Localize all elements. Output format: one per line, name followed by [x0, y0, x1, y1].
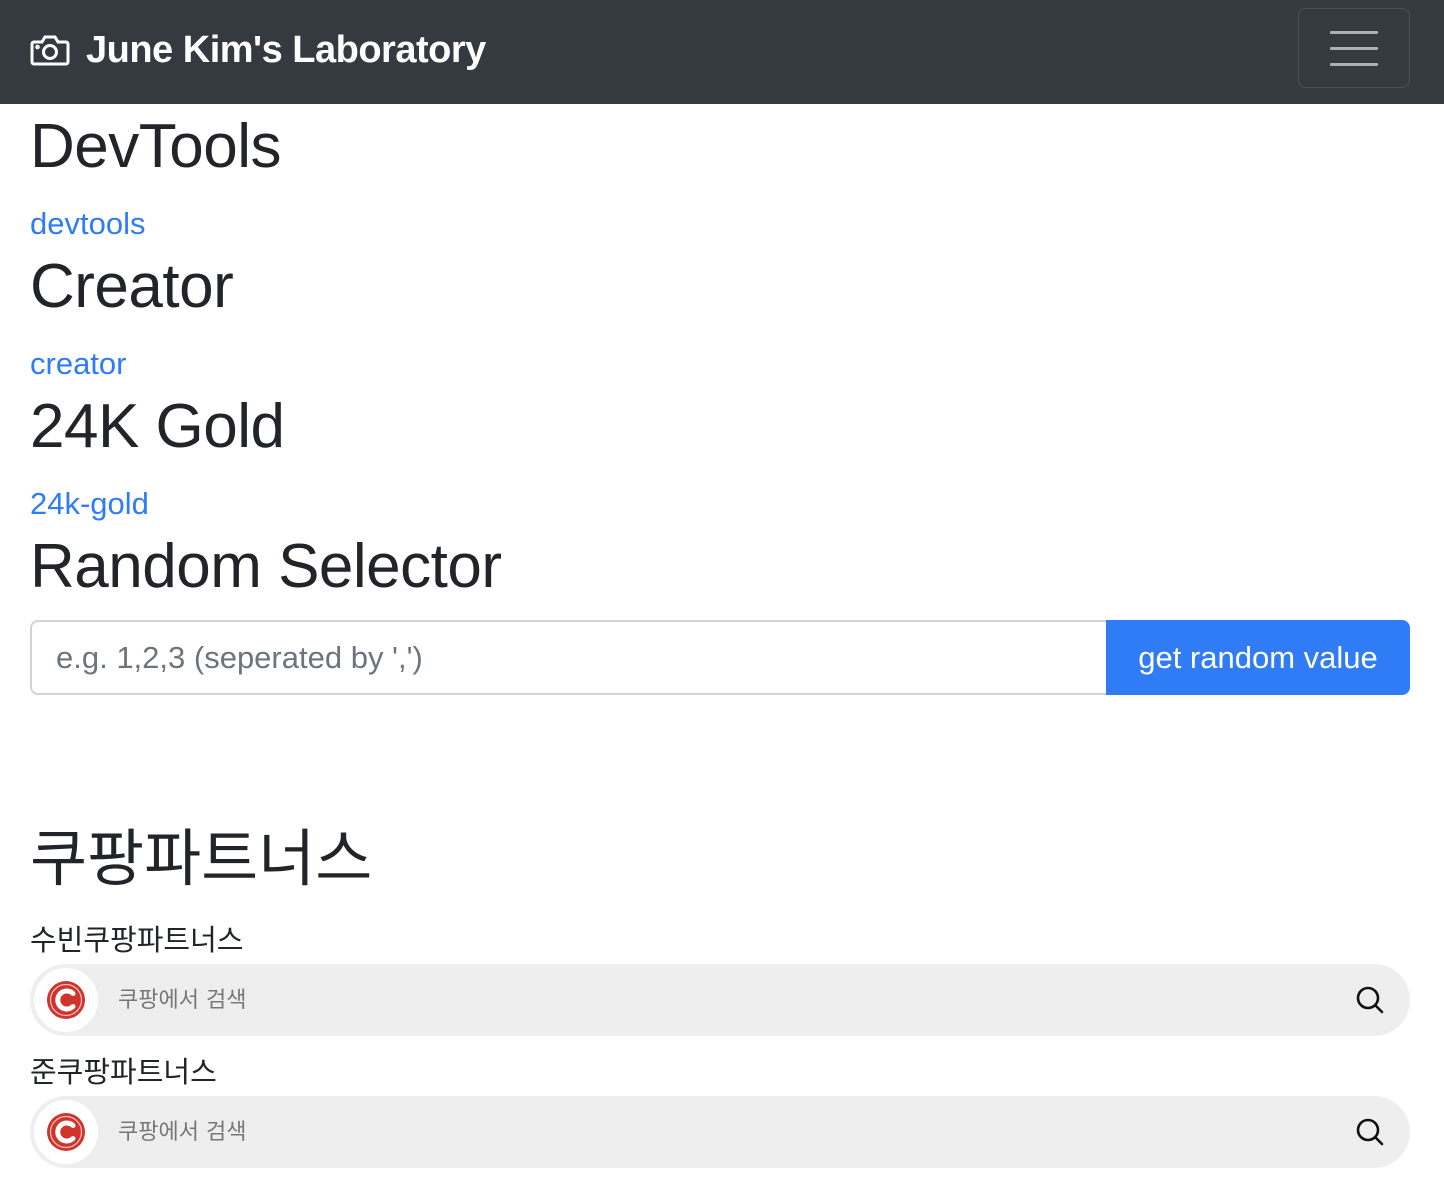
coupang-widget-label-jun: 준쿠팡파트너스	[30, 1055, 217, 1089]
coupang-search-input-jun[interactable]	[118, 1102, 1350, 1162]
coupang-search-widget-subin	[30, 964, 1410, 1036]
section-heading-devtools: DevTools	[30, 112, 282, 181]
section-heading-creator: Creator	[30, 252, 234, 321]
hamburger-menu-icon-bar	[1330, 46, 1378, 50]
coupang-logo-icon[interactable]	[34, 968, 98, 1032]
coupang-logo-icon[interactable]	[34, 1100, 98, 1164]
brand-text: June Kim's Laboratory	[86, 28, 486, 71]
link-creator[interactable]: creator	[30, 348, 126, 379]
link-devtools[interactable]: devtools	[30, 208, 145, 239]
brand-link[interactable]: June Kim's Laboratory	[30, 24, 486, 76]
coupang-widget-label-subin: 수빈쿠팡파트너스	[30, 923, 244, 957]
link-24k-gold[interactable]: 24k-gold	[30, 488, 149, 519]
coupang-search-widget-jun	[30, 1096, 1410, 1168]
get-random-value-button[interactable]: get random value	[1106, 620, 1410, 695]
hamburger-menu-icon	[1330, 30, 1378, 34]
hamburger-menu-icon-bar	[1330, 62, 1378, 66]
random-selector-input-group: get random value	[30, 620, 1410, 695]
random-selector-heading: Random Selector	[30, 532, 502, 601]
coupang-search-input-subin[interactable]	[118, 970, 1350, 1030]
camera-icon	[30, 34, 70, 66]
search-icon[interactable]	[1350, 980, 1390, 1020]
section-heading-24k-gold: 24K Gold	[30, 392, 285, 461]
navbar: June Kim's Laboratory	[0, 0, 1444, 104]
coupang-partners-heading: 쿠팡파트너스	[30, 822, 373, 895]
random-selector-input[interactable]	[30, 620, 1106, 695]
navbar-toggler-button[interactable]	[1298, 8, 1410, 88]
search-icon[interactable]	[1350, 1112, 1390, 1152]
